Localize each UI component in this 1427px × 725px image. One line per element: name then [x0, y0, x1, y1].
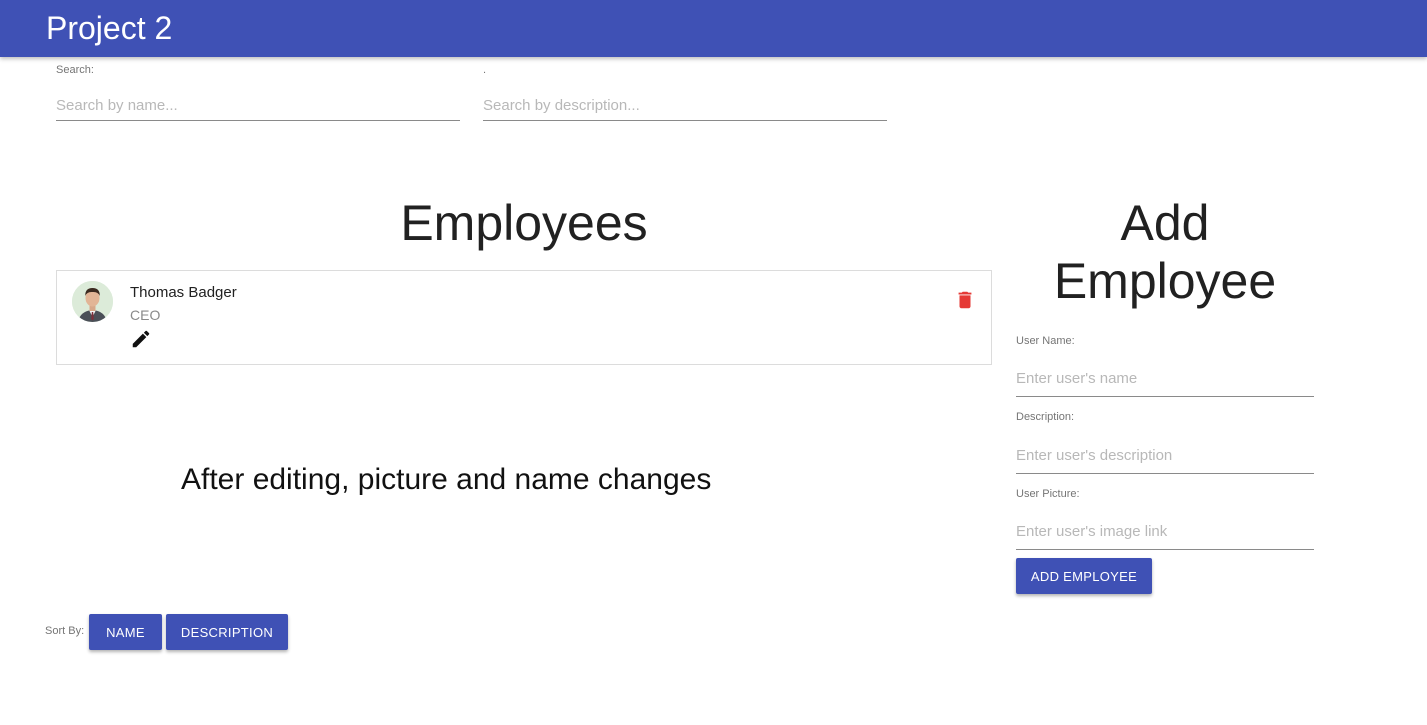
picture-input[interactable] [1016, 513, 1314, 550]
search-description-input[interactable] [483, 90, 887, 121]
employee-card: Thomas Badger CEO [56, 270, 992, 365]
search-label: Search: [56, 64, 94, 76]
employee-description: CEO [130, 307, 161, 323]
employees-heading: Employees [400, 195, 648, 251]
username-label: User Name: [1016, 335, 1075, 347]
search-description-label: . [483, 64, 487, 76]
username-input[interactable] [1016, 360, 1314, 397]
sort-label: Sort By: [45, 625, 85, 637]
sort-name-button[interactable]: NAME [89, 614, 162, 650]
app-bar: Project 2 [0, 0, 1427, 57]
add-employee-button[interactable]: ADD EMPLOYEE [1016, 558, 1152, 594]
pencil-icon[interactable] [130, 328, 152, 350]
description-input[interactable] [1016, 437, 1314, 474]
employee-name: Thomas Badger [130, 284, 237, 301]
add-employee-heading-line2: Employee [1053, 253, 1277, 309]
employee-avatar [72, 281, 113, 322]
sort-description-button[interactable]: DESCRIPTION [166, 614, 288, 650]
trash-icon[interactable] [954, 288, 976, 312]
search-name-input[interactable] [56, 90, 460, 121]
add-employee-heading: Add Employee [1016, 194, 1314, 310]
app-title: Project 2 [46, 10, 173, 46]
add-employee-heading-line1: Add [1120, 195, 1210, 251]
edit-note: After editing, picture and name changes [181, 463, 712, 496]
description-label: Description: [1016, 411, 1075, 423]
picture-label: User Picture: [1016, 488, 1080, 500]
